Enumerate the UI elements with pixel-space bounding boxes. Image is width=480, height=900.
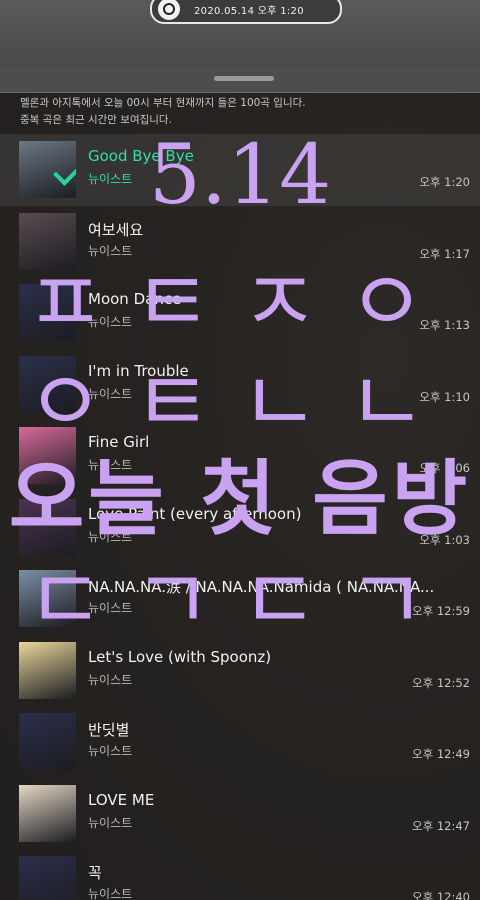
played-time: 오후 12:49 (412, 747, 470, 761)
song-artist: 뉴이스트 (88, 744, 133, 758)
top-strip: 2020.05.14 오후 1:20 (0, 0, 480, 66)
album-cover (19, 784, 76, 842)
played-time: 오후 12:40 (412, 890, 470, 900)
info-line-2: 중복 곡은 최근 시간만 보여집니다. (20, 114, 172, 126)
song-title: 반딧별 (88, 721, 130, 739)
song-title: LOVE ME (88, 790, 155, 809)
app-logo-icon (158, 0, 180, 20)
overlay-date: 5.14 (148, 128, 332, 223)
status-pill: 2020.05.14 오후 1:20 (150, 0, 342, 24)
status-datetime: 2020.05.14 오후 1:20 (194, 5, 304, 17)
album-cover (19, 856, 76, 900)
info-line-1: 멜론과 아지톡에서 오늘 00시 부터 현재까지 들은 100곡 입니다. (20, 97, 306, 109)
song-artist: 뉴이스트 (88, 672, 133, 687)
song-row[interactable]: 꼭뉴이스트 오후 12:40 (0, 849, 480, 900)
song-artist: 뉴이스트 (88, 887, 133, 900)
played-time: 오후 12:47 (412, 818, 470, 833)
song-row[interactable]: 반딧별뉴이스트 오후 12:49 (0, 706, 480, 778)
screen: 2020.05.14 오후 1:20 멜론과 아지톡에서 오늘 00시 부터 현… (0, 0, 480, 900)
song-artist: 뉴이스트 (88, 815, 133, 830)
overlay-line-5: ㄷㄱㄷㄱ (25, 551, 455, 651)
song-row[interactable]: LOVE ME 뉴이스트 오후 12:47 (0, 778, 480, 850)
drag-handle[interactable] (214, 76, 274, 81)
sheet-header[interactable] (0, 66, 480, 93)
album-cover (19, 713, 76, 770)
song-title: 꼭 (88, 864, 102, 882)
played-time: 오후 12:52 (412, 675, 470, 690)
